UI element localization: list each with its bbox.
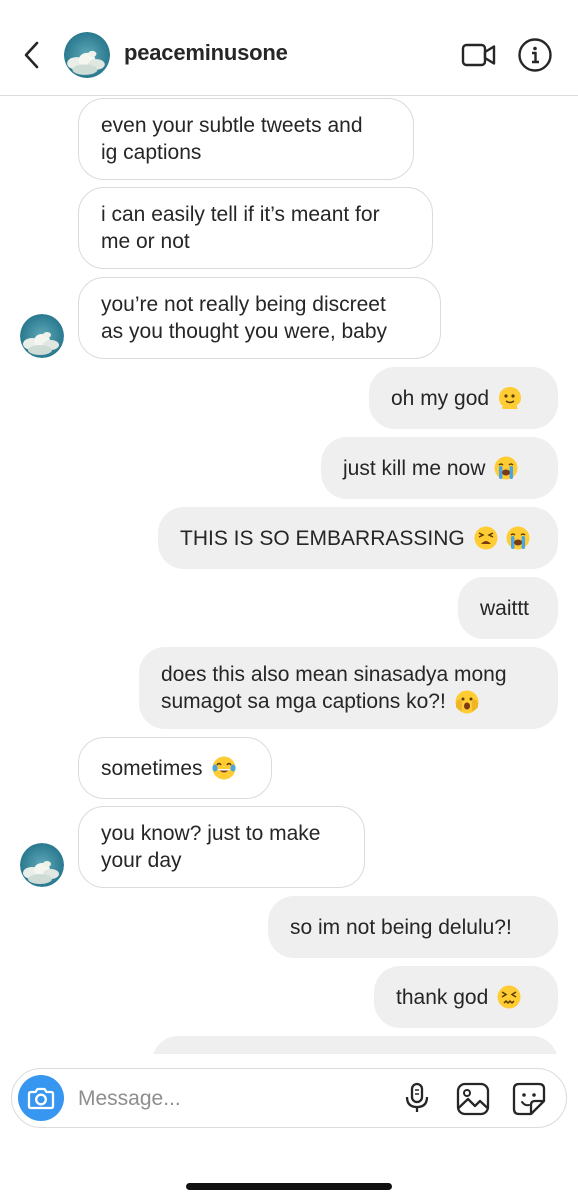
message-text: oh my god <box>391 386 490 410</box>
message-text: as you thought you were, baby <box>101 320 388 343</box>
info-icon[interactable] <box>517 37 553 73</box>
message-text: even your subtle tweets and <box>101 114 363 137</box>
image-gallery-icon[interactable] <box>456 1082 490 1116</box>
outgoing-message[interactable]: oh my god <box>369 367 558 429</box>
outgoing-message-partial[interactable] <box>152 1036 558 1054</box>
message-text: THIS IS SO EMBARRASSING <box>180 526 465 550</box>
outgoing-message[interactable]: so im not being delulu?! <box>268 896 558 958</box>
incoming-message[interactable]: i can easily tell if it’s meant for me or… <box>78 187 433 269</box>
message-text: sometimes <box>101 756 203 780</box>
message-text: sumagot sa mga captions ko?! <box>161 689 446 713</box>
incoming-message[interactable]: even your subtle tweets and ig captions <box>78 98 414 180</box>
contact-avatar[interactable] <box>64 32 110 78</box>
message-text: so im not being delulu?! <box>290 915 512 939</box>
sticker-icon[interactable] <box>511 1081 547 1117</box>
loudly-crying-emoji-icon <box>493 455 519 481</box>
microphone-icon[interactable] <box>402 1082 432 1114</box>
outgoing-message[interactable]: THIS IS SO EMBARRASSING <box>158 507 558 569</box>
message-input[interactable] <box>76 1079 380 1119</box>
sender-avatar[interactable] <box>20 314 64 358</box>
tears-of-joy-emoji-icon <box>211 755 237 781</box>
message-composer <box>11 1068 567 1128</box>
message-text: does this also mean sinasadya mong <box>161 662 507 686</box>
message-text: ig captions <box>101 141 202 164</box>
confounded-face-emoji-icon <box>496 984 522 1010</box>
contact-username[interactable]: peaceminusone <box>124 40 288 66</box>
chat-header: peaceminusone <box>0 0 578 96</box>
message-text: you know? just to make <box>101 822 321 845</box>
message-thread[interactable]: even your subtle tweets and ig captions i… <box>0 96 578 1054</box>
back-chevron-icon[interactable] <box>20 40 44 70</box>
message-text: just kill me now <box>343 456 486 480</box>
video-camera-icon[interactable] <box>461 40 497 70</box>
camera-icon[interactable] <box>18 1075 64 1121</box>
incoming-message[interactable]: sometimes <box>78 737 272 799</box>
message-text: i can easily tell if it’s meant for <box>101 203 380 226</box>
message-text: you’re not really being discreet <box>101 293 386 316</box>
incoming-message[interactable]: you know? just to make your day <box>78 806 365 888</box>
message-text: thank god <box>396 985 489 1009</box>
melting-face-emoji-icon <box>497 385 523 411</box>
home-indicator[interactable] <box>186 1183 392 1190</box>
message-text: your day <box>101 849 182 872</box>
loudly-crying-emoji-icon <box>505 525 531 551</box>
face-peeking-emoji-icon <box>454 689 480 715</box>
message-text: me or not <box>101 230 190 253</box>
outgoing-message[interactable]: does this also mean sinasadya mong sumago… <box>139 647 558 729</box>
incoming-message[interactable]: you’re not really being discreet as you t… <box>78 277 441 359</box>
outgoing-message[interactable]: thank god <box>374 966 558 1028</box>
outgoing-message[interactable]: just kill me now <box>321 437 558 499</box>
outgoing-message[interactable]: waittt <box>458 577 558 639</box>
message-text: waittt <box>480 596 530 620</box>
sender-avatar[interactable] <box>20 843 64 887</box>
tired-face-emoji-icon <box>473 525 499 551</box>
